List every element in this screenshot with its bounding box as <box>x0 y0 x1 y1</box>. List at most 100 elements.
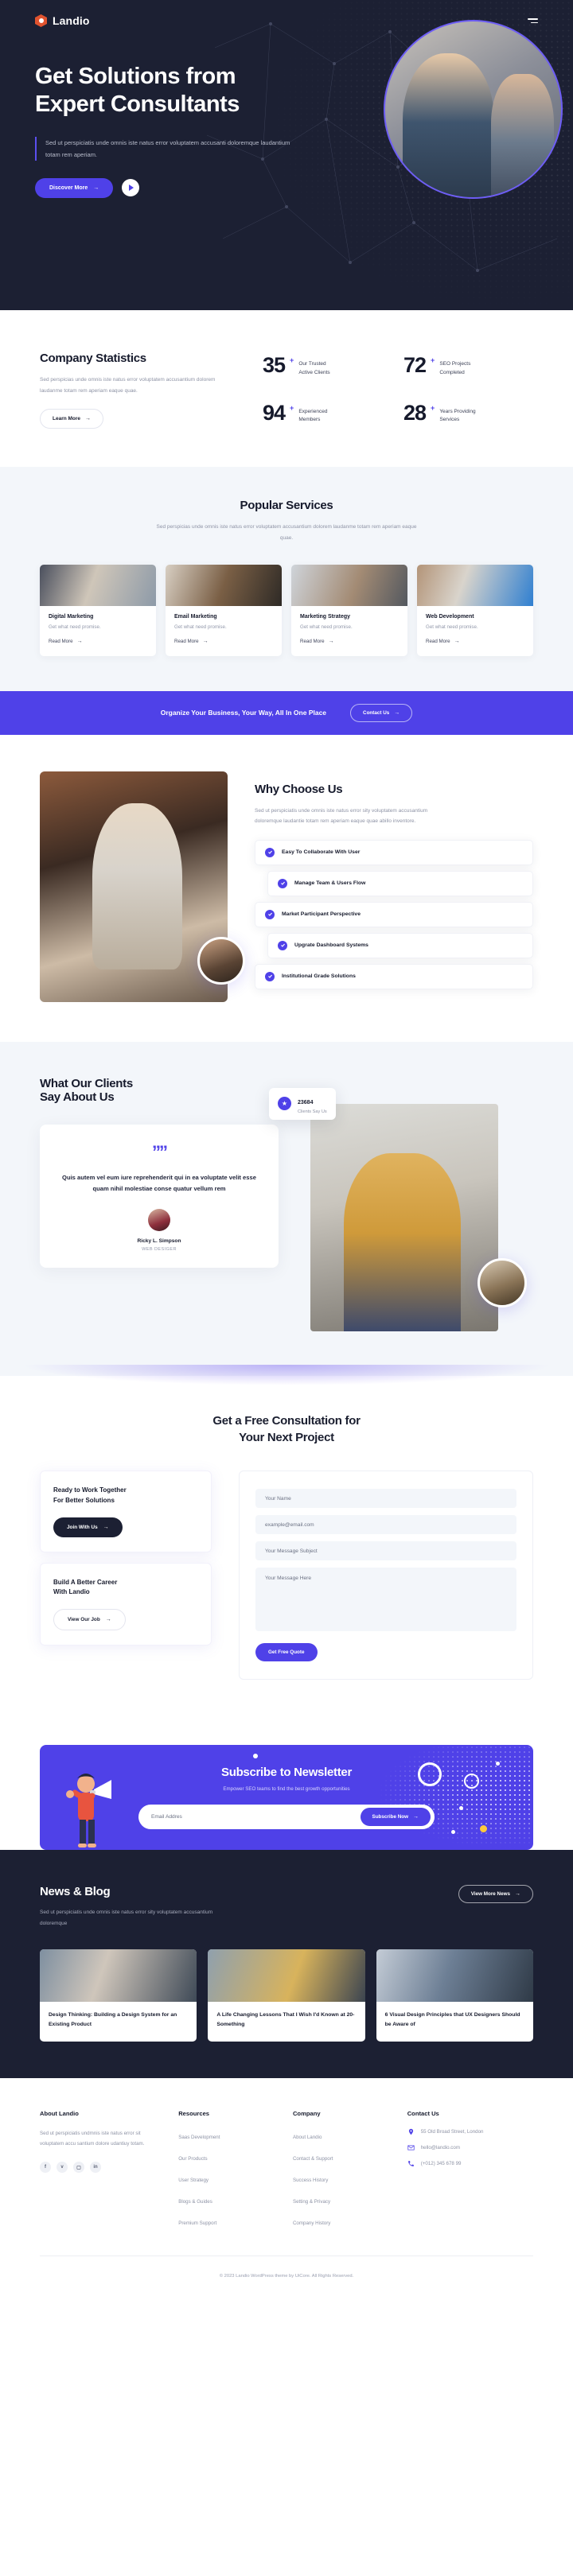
news-blog-section: News & Blog Sed ut perspiciatis unde omn… <box>0 1850 573 2079</box>
consultation-form: Get Free Quote <box>239 1471 533 1680</box>
footer-link[interactable]: Setting & Privacy <box>293 2199 330 2205</box>
read-more-link[interactable]: Read More → <box>174 639 209 644</box>
stat-item: 28 + Years Providing Services <box>403 402 533 429</box>
twitter-icon[interactable]: ᴠ <box>57 2162 68 2174</box>
feature-label: Market Participant Perspective <box>282 911 361 918</box>
contact-us-label: Contact Us <box>363 709 390 716</box>
email-input[interactable] <box>255 1515 516 1535</box>
service-image <box>166 564 282 606</box>
footer-link[interactable]: About Landio <box>293 2135 322 2140</box>
career-title: Build A Better Career With Landio <box>53 1578 198 1599</box>
footer-link[interactable]: Company History <box>293 2220 330 2226</box>
learn-more-button[interactable]: Learn More → <box>40 409 104 429</box>
read-more-label: Read More <box>300 638 325 644</box>
feature-item[interactable]: Institutional Grade Solutions <box>255 963 533 989</box>
blog-image <box>208 1949 365 2003</box>
footer-link[interactable]: Saas Development <box>178 2135 220 2140</box>
footer-link[interactable]: Blogs & Guides <box>178 2199 212 2205</box>
location-pin-icon <box>408 2128 413 2135</box>
footer-link[interactable]: User Strategy <box>178 2178 209 2183</box>
feature-item[interactable]: Upgrate Dashboard Systems <box>267 932 533 958</box>
arrow-right-icon: → <box>105 1617 111 1623</box>
social-links: f ᴠ ▢ in <box>40 2162 161 2174</box>
footer-link[interactable]: Premium Support <box>178 2220 216 2226</box>
avatar <box>148 1208 170 1231</box>
blog-card[interactable]: Design Thinking: Building a Design Syste… <box>40 1949 197 2042</box>
newsletter-email-input[interactable] <box>151 1814 361 1820</box>
service-card[interactable]: Digital Marketing Get what need promise.… <box>40 564 156 656</box>
facebook-icon[interactable]: f <box>40 2162 51 2174</box>
footer-about-text: Sed ut perspiciatis undmnis iste natus e… <box>40 2131 145 2147</box>
feature-item[interactable]: Market Participant Perspective <box>255 901 533 927</box>
footer-link[interactable]: Contact & Support <box>293 2156 333 2162</box>
view-our-job-button[interactable]: View Our Job → <box>53 1609 126 1631</box>
services-paragraph: Sed perspicias unde omnis iste natus err… <box>156 524 417 541</box>
blog-card[interactable]: 6 Visual Design Principles that UX Desig… <box>376 1949 533 2042</box>
read-more-link[interactable]: Read More → <box>300 639 334 644</box>
check-circle-icon <box>278 878 287 888</box>
linkedin-icon[interactable]: in <box>90 2162 101 2174</box>
instagram-icon[interactable]: ▢ <box>73 2162 84 2174</box>
subscribe-now-button[interactable]: Subscribe Now → <box>360 1808 431 1827</box>
stat-suffix: + <box>431 356 435 364</box>
hero-title-line1: Get Solutions from <box>35 64 236 89</box>
brand-name: Landio <box>53 14 90 27</box>
stat-label-line2: Services <box>439 417 460 423</box>
feature-item[interactable]: Manage Team & Users Flow <box>267 870 533 896</box>
view-our-job-label: View Our Job <box>68 1617 100 1623</box>
hero-subtext: Sed ut perspiciatis unde omnis iste natu… <box>35 136 298 161</box>
decorative-dot <box>253 1754 258 1759</box>
service-card[interactable]: Email Marketing Get what need promise. R… <box>166 564 282 656</box>
name-input[interactable] <box>255 1489 516 1509</box>
feature-label: Institutional Grade Solutions <box>282 973 356 980</box>
blog-card[interactable]: A Life Changing Lessons That I Wish I'd … <box>208 1949 365 2042</box>
subject-input[interactable] <box>255 1541 516 1561</box>
clients-count-label: Clients Say Us <box>298 1109 327 1114</box>
company-statistics-section: Company Statistics Sed perspicias unde o… <box>0 310 573 468</box>
view-more-news-button[interactable]: View More News → <box>458 1885 533 1904</box>
message-textarea[interactable] <box>255 1568 516 1632</box>
career-title-line1: Build A Better Career <box>53 1578 118 1586</box>
why-title: Why Choose Us <box>255 782 343 796</box>
contact-address-text: 55 Old Broad Street, London <box>420 2129 484 2135</box>
contact-phone-text: (+012) 345 678 99 <box>420 2161 462 2167</box>
brand-logo[interactable]: Landio <box>35 14 89 27</box>
contact-phone[interactable]: (+012) 345 678 99 <box>407 2160 533 2167</box>
feature-item[interactable]: Easy To Collaborate With User <box>255 839 533 865</box>
feature-label: Easy To Collaborate With User <box>282 849 361 856</box>
career-title-line2: With Landio <box>53 1588 90 1596</box>
hero-photo <box>384 20 563 199</box>
stat-value: 94 <box>263 400 286 425</box>
navbar: Landio <box>0 0 573 27</box>
blog-grid: Design Thinking: Building a Design Syste… <box>40 1949 533 2042</box>
contact-email[interactable]: hello@landio.com <box>407 2144 533 2151</box>
footer-link[interactable]: Success History <box>293 2178 328 2183</box>
service-title: Marketing Strategy <box>300 613 351 620</box>
get-free-quote-button[interactable]: Get Free Quote <box>255 1643 318 1662</box>
feature-label: Upgrate Dashboard Systems <box>294 942 368 949</box>
career-card: Build A Better Career With Landio View O… <box>40 1562 212 1646</box>
play-icon <box>129 185 134 192</box>
clients-count: 23684 <box>298 1099 314 1105</box>
service-card[interactable]: Web Development Get what need promise. R… <box>417 564 533 656</box>
service-desc: Get what need promise. <box>49 624 101 630</box>
check-circle-icon <box>265 971 275 981</box>
read-more-link[interactable]: Read More → <box>49 639 83 644</box>
arrow-right-icon: → <box>328 638 334 644</box>
join-with-us-button[interactable]: Join With Us → <box>53 1517 123 1537</box>
footer-bottom: © 2023 Landio WordPress theme by UiCore.… <box>40 2255 533 2294</box>
read-more-label: Read More <box>49 638 73 644</box>
play-video-button[interactable] <box>122 179 140 197</box>
service-card[interactable]: Marketing Strategy Get what need promise… <box>291 564 407 656</box>
contact-us-button[interactable]: Contact Us → <box>350 703 413 722</box>
subscribe-now-label: Subscribe Now <box>372 1814 409 1820</box>
testimonial-role: WEB DESIGER <box>142 1246 177 1252</box>
stat-value: 28 <box>403 400 427 425</box>
menu-icon[interactable] <box>528 18 538 23</box>
blog-post-title: A Life Changing Lessons That I Wish I'd … <box>216 2012 355 2028</box>
discover-more-button[interactable]: Discover More → <box>35 177 114 198</box>
read-more-link[interactable]: Read More → <box>426 639 460 644</box>
footer-link[interactable]: Our Products <box>178 2156 207 2162</box>
arrow-right-icon: → <box>85 416 92 422</box>
testimonial-quote: Quis autem vel eum iure reprehenderit qu… <box>62 1173 256 1192</box>
